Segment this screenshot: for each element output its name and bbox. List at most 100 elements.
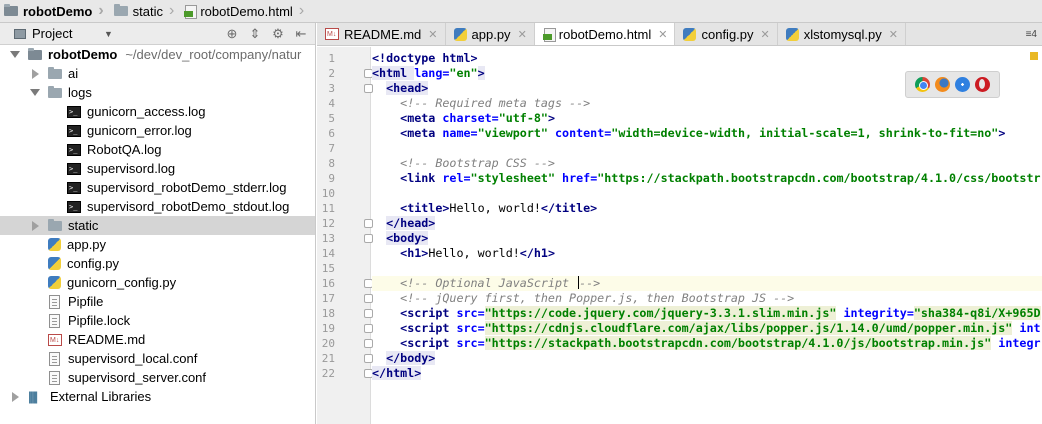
tree-item-log[interactable]: gunicorn_access.log [0, 102, 315, 121]
close-icon[interactable]: ✕ [761, 28, 770, 41]
code-line[interactable]: <!-- Bootstrap CSS --> [372, 156, 1042, 171]
tree-item-log[interactable]: supervisord_robotDemo_stderr.log [0, 178, 315, 197]
code-token: "width=device-width, initial-scale=1, sh… [611, 126, 999, 140]
tab-readme[interactable]: README.md ✕ [317, 23, 446, 45]
close-icon[interactable]: ✕ [889, 28, 898, 41]
log-file-icon [67, 124, 81, 137]
python-icon [453, 27, 467, 41]
tree-item-file[interactable]: supervisord_local.conf [0, 349, 315, 368]
target-icon[interactable]: ⊕ [226, 26, 238, 42]
line-number: 17 [321, 292, 335, 305]
code-line[interactable]: <script src="https://stackpath.bootstrap… [372, 336, 1042, 351]
breadcrumb-folder[interactable]: static › [110, 0, 181, 23]
code-line[interactable]: <script src="https://cdnjs.cloudflare.co… [372, 321, 1042, 336]
code-token: <head> [386, 81, 429, 95]
tab-robotdemo-html[interactable]: robotDemo.html ✕ [534, 23, 676, 45]
collapse-arrow-icon[interactable] [12, 391, 19, 402]
gear-icon[interactable]: ⚙ [272, 26, 284, 42]
chevron-down-icon[interactable]: ▼ [104, 29, 113, 39]
code-line[interactable]: <meta name="viewport" content="width=dev… [372, 126, 1042, 141]
line-number: 21 [321, 352, 335, 365]
close-icon[interactable]: ✕ [428, 28, 437, 41]
code-token: <script [400, 321, 457, 335]
code-line[interactable] [372, 186, 1042, 201]
tree-root-label: robotDemo [48, 47, 118, 62]
tree-item-file[interactable]: supervisord_server.conf [0, 368, 315, 387]
code-line[interactable]: <!-- jQuery first, then Popper.js, then … [372, 291, 1042, 306]
code-line[interactable]: <script src="https://code.jquery.com/jqu… [372, 306, 1042, 321]
code-area[interactable]: <!doctype html> <html lang="en"> <head> <… [372, 47, 1042, 424]
text-file-icon [49, 351, 60, 366]
tree-item-log[interactable]: RobotQA.log [0, 140, 315, 159]
collapse-arrow-icon[interactable] [32, 220, 39, 231]
collapse-all-icon[interactable]: ⇕ [249, 26, 261, 42]
line-number: 4 [328, 97, 335, 110]
tree-item-md[interactable]: README.md [0, 330, 315, 349]
tree-item-py[interactable]: app.py [0, 235, 315, 254]
code-token: <!-- Bootstrap CSS --> [400, 156, 555, 170]
tree-root[interactable]: robotDemo ~/dev/dev_root/company/natur [0, 45, 315, 64]
opera-icon[interactable] [975, 77, 991, 92]
line-number: 16 [321, 277, 335, 290]
code-line[interactable]: </head> [372, 216, 1042, 231]
code-token: "utf-8" [498, 111, 548, 125]
code-line[interactable]: <meta charset="utf-8"> [372, 111, 1042, 126]
tree-item-log[interactable]: supervisord.log [0, 159, 315, 178]
code-editor[interactable]: 1 2 3 4 5 6 7 8 9 10 11 12 13 14 15 16 17 18 19 20 21 22 <!do… [317, 47, 1042, 424]
tree-item-file[interactable]: Pipfile.lock [0, 311, 315, 330]
tree-item-label: supervisord_local.conf [68, 351, 198, 366]
code-line[interactable]: <!-- Optional JavaScript --> [372, 276, 1042, 291]
code-line[interactable] [372, 141, 1042, 156]
project-view-selector[interactable]: Project [32, 26, 98, 41]
code-line[interactable] [372, 261, 1042, 276]
code-token: <!doctype [372, 51, 443, 65]
browser-preview-toolbar [905, 71, 1000, 98]
code-line[interactable]: </html> [372, 366, 1042, 381]
code-line[interactable]: <!doctype html> [372, 51, 1042, 66]
code-token: charset= [442, 111, 499, 125]
code-token: <html [372, 66, 415, 80]
tab-label: config.py [701, 26, 754, 42]
tab-config-py[interactable]: config.py ✕ [675, 23, 778, 45]
tree-item-ai[interactable]: ai [0, 64, 315, 83]
tab-app-py[interactable]: app.py ✕ [446, 23, 535, 45]
chrome-icon[interactable] [914, 77, 930, 92]
close-icon[interactable]: ✕ [518, 28, 527, 41]
tree-item-label: ai [68, 66, 79, 81]
breadcrumb-project[interactable]: robotDemo › [0, 0, 110, 23]
line-number: 5 [328, 112, 335, 125]
collapse-arrow-icon[interactable] [32, 68, 39, 79]
tree-item-log[interactable]: gunicorn_error.log [0, 121, 315, 140]
line-number: 6 [328, 127, 335, 140]
expand-arrow-icon[interactable] [30, 89, 40, 96]
code-line[interactable]: <title>Hello, world!</title> [372, 201, 1042, 216]
code-line[interactable]: <!-- Required meta tags --> [372, 96, 1042, 111]
tree-item-external-libraries[interactable]: External Libraries [0, 387, 315, 406]
tree-item-py[interactable]: gunicorn_config.py [0, 273, 315, 292]
hide-panel-icon[interactable]: ⇤ [295, 26, 307, 42]
tree-item-file[interactable]: Pipfile [0, 292, 315, 311]
tab-overflow-menu[interactable]: ≡4 [1021, 23, 1042, 45]
close-icon[interactable]: ✕ [658, 28, 667, 41]
breadcrumb-file[interactable]: robotDemo.html › [180, 0, 310, 23]
python-icon [683, 27, 697, 41]
code-line[interactable]: </body> [372, 351, 1042, 366]
code-line[interactable]: <link rel="stylesheet" href="https://sta… [372, 171, 1042, 186]
tab-xlstomysql-py[interactable]: xlstomysql.py ✕ [778, 23, 906, 45]
code-line[interactable]: <body> [372, 231, 1042, 246]
inspection-status-marker[interactable] [1030, 52, 1038, 60]
tree-item-label: gunicorn_config.py [67, 275, 177, 290]
tree-item-logs[interactable]: logs [0, 83, 315, 102]
tree-item-label: supervisord.log [87, 161, 176, 176]
firefox-icon[interactable] [934, 77, 950, 92]
tree-item-py[interactable]: config.py [0, 254, 315, 273]
tree-item-static[interactable]: static [0, 216, 315, 235]
code-line[interactable]: <h1>Hello, world!</h1> [372, 246, 1042, 261]
code-token: <title> [400, 201, 450, 215]
safari-icon[interactable] [955, 77, 971, 92]
text-file-icon [49, 294, 60, 309]
tree-item-label: supervisord_robotDemo_stdout.log [87, 199, 290, 214]
expand-arrow-icon[interactable] [10, 51, 20, 58]
tree-item-log[interactable]: supervisord_robotDemo_stdout.log [0, 197, 315, 216]
